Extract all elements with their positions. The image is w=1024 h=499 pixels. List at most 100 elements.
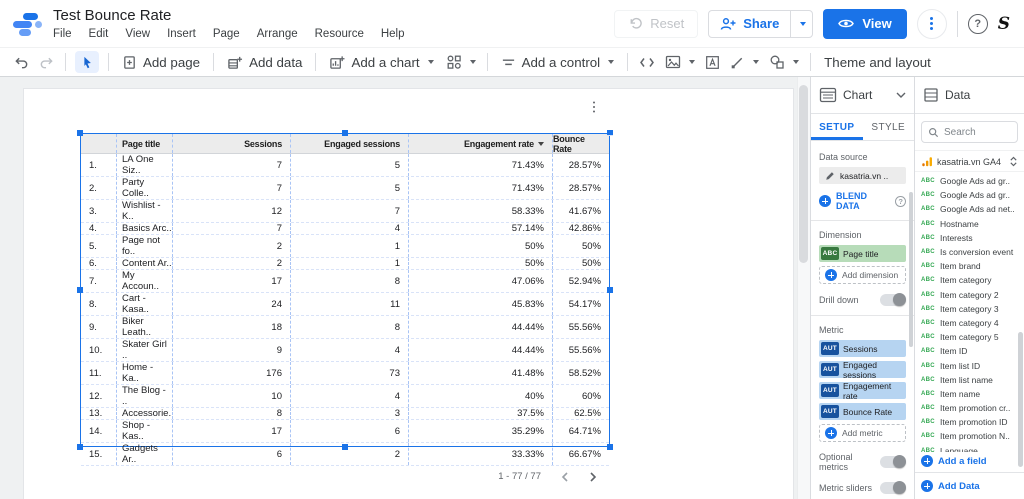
share-button[interactable]: Share <box>709 11 790 37</box>
menu-item-arrange[interactable]: Arrange <box>257 28 298 40</box>
chart-panel-header[interactable]: Chart <box>811 77 914 114</box>
field-item[interactable]: ABC Item category 4 <box>915 316 1024 330</box>
menu-item-help[interactable]: Help <box>381 28 405 40</box>
add-a-field-button[interactable]: Add a field <box>915 452 1024 472</box>
add-data-button[interactable]: Add data <box>221 50 308 74</box>
looker-studio-logo[interactable] <box>12 10 44 38</box>
field-item[interactable]: ABC Item promotion ID <box>915 415 1024 429</box>
table-chart-widget[interactable]: Page title Sessions Engaged sessions Eng… <box>77 130 613 482</box>
resize-handle[interactable] <box>342 130 348 136</box>
field-item[interactable]: ABC Item promotion cr.. <box>915 401 1024 415</box>
menu-item-edit[interactable]: Edit <box>89 28 109 40</box>
canvas-scrollbar[interactable] <box>797 77 810 499</box>
field-item[interactable]: ABC Item promotion N.. <box>915 429 1024 443</box>
add-dimension-button[interactable]: Add dimension <box>819 266 906 284</box>
line-tool-button[interactable] <box>726 50 763 74</box>
resize-handle[interactable] <box>342 444 348 450</box>
theme-layout-button[interactable]: Theme and layout <box>818 50 937 74</box>
field-item[interactable]: ABC Item brand <box>915 259 1024 273</box>
search-input[interactable] <box>944 126 1004 138</box>
column-header[interactable]: Page title <box>117 134 173 153</box>
column-header-sorted[interactable]: Engagement rate <box>409 134 553 153</box>
shape-tool-button[interactable] <box>765 50 803 74</box>
table-cell: 71.43% <box>409 177 553 199</box>
resize-handle[interactable] <box>77 287 83 293</box>
page-next-icon[interactable] <box>589 471 597 482</box>
undo-button[interactable] <box>10 50 33 74</box>
add-data-button[interactable]: Add Data <box>915 472 1024 499</box>
redo-button[interactable] <box>35 50 58 74</box>
widget-options-button[interactable] <box>586 98 602 116</box>
field-item[interactable]: ABC Item ID <box>915 344 1024 358</box>
tab-style[interactable]: STYLE <box>863 114 915 140</box>
page-prev-icon[interactable] <box>561 471 569 482</box>
insert-image-button[interactable] <box>661 50 699 74</box>
field-item[interactable]: ABC Is conversion event <box>915 245 1024 259</box>
dimension-chip[interactable]: ABC Page title <box>819 245 906 262</box>
field-item[interactable]: ABC Language <box>915 444 1024 452</box>
field-item[interactable]: ABC Item name <box>915 387 1024 401</box>
add-page-button[interactable]: Add page <box>116 50 206 74</box>
community-viz-button[interactable] <box>442 50 480 74</box>
data-source-chip[interactable]: kasatria.vn .. <box>819 167 906 184</box>
help-button[interactable]: ? <box>967 13 988 34</box>
blend-data-button[interactable]: BLEND DATA ? <box>819 191 906 211</box>
resize-handle[interactable] <box>607 287 613 293</box>
user-avatar[interactable]: S <box>998 14 1010 34</box>
resize-handle[interactable] <box>77 130 83 136</box>
scrollbar-thumb[interactable] <box>799 85 808 263</box>
report-canvas[interactable]: Page title Sessions Engaged sessions Eng… <box>0 77 810 499</box>
panel-scrollbar-thumb[interactable] <box>1018 332 1023 467</box>
menu-item-resource[interactable]: Resource <box>315 28 364 40</box>
column-header[interactable]: Sessions <box>173 134 291 153</box>
data-source-row[interactable]: kasatria.vn GA4 <box>915 151 1024 172</box>
metric-chip[interactable]: AUT Bounce Rate <box>819 403 906 420</box>
chevron-down-icon[interactable] <box>896 92 906 99</box>
column-header[interactable]: Engaged sessions <box>291 134 409 153</box>
drill-down-toggle[interactable] <box>880 293 906 306</box>
resize-handle[interactable] <box>607 130 613 136</box>
metric-sliders-toggle[interactable] <box>880 481 906 494</box>
field-item[interactable]: ABC Hostname <box>915 217 1024 231</box>
share-button-group: Share <box>708 9 814 38</box>
add-metric-button[interactable]: Add metric <box>819 424 906 442</box>
resize-handle[interactable] <box>77 444 83 450</box>
resize-handle[interactable] <box>607 444 613 450</box>
field-item[interactable]: ABC Google Ads ad gr.. <box>915 174 1024 188</box>
menu-item-view[interactable]: View <box>125 28 150 40</box>
column-header[interactable]: Bounce Rate <box>553 134 609 153</box>
vertical-dots-icon <box>592 105 596 109</box>
metric-chip[interactable]: AUT Engaged sessions <box>819 360 906 380</box>
reset-button[interactable]: Reset <box>614 9 699 38</box>
menu-item-insert[interactable]: Insert <box>167 28 196 40</box>
menu-item-page[interactable]: Page <box>213 28 240 40</box>
metric-chip[interactable]: AUT Sessions <box>819 340 906 357</box>
report-title[interactable]: Test Bounce Rate <box>53 7 405 25</box>
panel-scrollbar-thumb[interactable] <box>909 192 913 347</box>
text-box-button[interactable] <box>701 50 724 74</box>
field-item[interactable]: ABC Item category 2 <box>915 288 1024 302</box>
menu-item-file[interactable]: File <box>53 28 72 40</box>
field-item[interactable]: ABC Google Ads ad net.. <box>915 202 1024 216</box>
field-item[interactable]: ABC Item list name <box>915 373 1024 387</box>
more-options-button[interactable] <box>916 8 947 39</box>
add-control-button[interactable]: Add a control <box>495 50 621 74</box>
field-item[interactable]: ABC Interests <box>915 231 1024 245</box>
field-item[interactable]: ABC Item category 3 <box>915 302 1024 316</box>
optional-metrics-toggle[interactable] <box>880 455 906 468</box>
share-dropdown-button[interactable] <box>790 10 812 37</box>
field-item[interactable]: ABC Google Ads ad gr.. <box>915 188 1024 202</box>
collapse-icon[interactable] <box>1009 156 1018 167</box>
view-button[interactable]: View <box>823 8 907 39</box>
toolbar-divider <box>627 53 629 71</box>
field-search-box[interactable] <box>921 121 1018 143</box>
metric-chip[interactable]: AUT Engagement rate <box>819 381 906 401</box>
add-chart-button[interactable]: Add a chart <box>323 50 439 74</box>
field-item[interactable]: ABC Item category <box>915 273 1024 287</box>
help-circle-icon[interactable]: ? <box>895 195 906 207</box>
tab-setup[interactable]: SETUP <box>811 114 863 140</box>
field-item[interactable]: ABC Item category 5 <box>915 330 1024 344</box>
embed-code-button[interactable] <box>635 50 659 74</box>
select-tool-button[interactable] <box>75 51 99 73</box>
field-item[interactable]: ABC Item list ID <box>915 358 1024 372</box>
